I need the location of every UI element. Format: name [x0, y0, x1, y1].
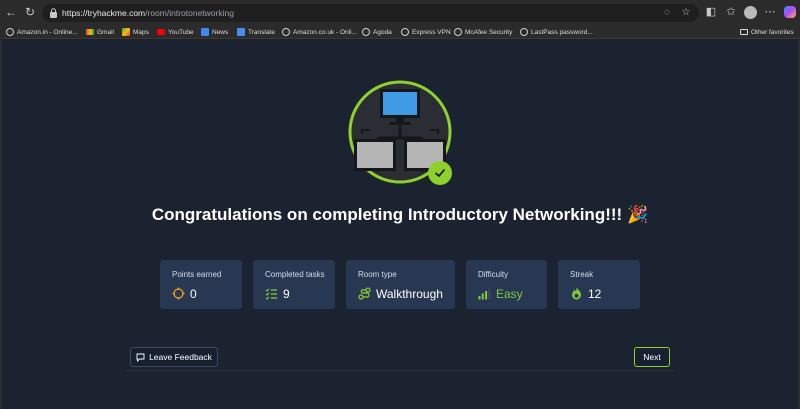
globe-icon: [282, 28, 290, 36]
target-icon: [172, 287, 185, 300]
bookmark-agoda[interactable]: Agoda: [362, 26, 392, 38]
lock-icon: [50, 8, 57, 18]
favorites-icon[interactable]: ✩: [724, 5, 738, 19]
completed-check-icon: [428, 161, 452, 185]
leave-feedback-button[interactable]: Leave Feedback: [130, 347, 218, 367]
back-arrow-icon[interactable]: ←: [4, 5, 18, 19]
gmail-icon: [86, 29, 94, 35]
other-favorites[interactable]: Other favorites: [740, 26, 794, 38]
stat-points-earned: Points earned 0: [160, 260, 242, 309]
route-icon: [358, 287, 371, 300]
party-popper-icon: 🎉: [626, 205, 649, 224]
signal-bars-icon: [478, 288, 491, 300]
bookmark-amazon-in[interactable]: Amazon.in - Online...: [6, 26, 78, 38]
bookmark-lastpass[interactable]: LastPass password...: [520, 26, 593, 38]
more-menu-icon[interactable]: ⋯: [763, 5, 777, 19]
bookmark-maps[interactable]: Maps: [122, 26, 149, 38]
globe-icon: [520, 28, 528, 36]
browser-toolbar: ← ↻ https://tryhackme.com/room/introtone…: [0, 0, 800, 25]
bookmark-translate[interactable]: Translate: [237, 26, 275, 38]
copilot-icon[interactable]: [784, 6, 796, 18]
news-icon: [201, 28, 209, 36]
flame-icon: [572, 287, 581, 300]
stat-room-type: Room type Walkthrough: [346, 260, 455, 309]
bookmarks-bar: Amazon.in - Online... Gmail Maps YouTube…: [0, 25, 800, 39]
bookmark-news[interactable]: News: [201, 26, 228, 38]
translate-icon: [237, 28, 245, 36]
globe-icon: [454, 28, 462, 36]
reload-icon[interactable]: ↻: [23, 5, 37, 19]
stat-difficulty: Difficulty Easy: [466, 260, 547, 309]
globe-icon: [362, 28, 370, 36]
completion-headline: Congratulations on completing Introducto…: [151, 205, 649, 224]
section-divider: [127, 370, 673, 371]
extensions-icon[interactable]: ◧: [704, 5, 718, 19]
bookmark-amazon-uk[interactable]: Amazon.co.uk - Onli...: [282, 26, 357, 38]
globe-icon: [6, 28, 14, 36]
profile-avatar[interactable]: [744, 6, 757, 19]
maps-icon: [122, 28, 130, 36]
bookmark-express-vpn[interactable]: Express VPN: [401, 26, 451, 38]
address-bar[interactable]: https://tryhackme.com/room/introtonetwor…: [42, 4, 699, 22]
globe-icon: [401, 28, 409, 36]
youtube-icon: [157, 29, 165, 35]
next-button[interactable]: Next: [634, 347, 670, 367]
site-settings-icon[interactable]: ◌: [661, 7, 673, 19]
folder-icon: [740, 29, 748, 35]
bookmark-gmail[interactable]: Gmail: [86, 26, 114, 38]
checklist-icon: [265, 288, 277, 300]
stat-completed-tasks: Completed tasks 9: [253, 260, 335, 309]
window-edge-left: [0, 40, 2, 409]
favorite-star-icon[interactable]: ☆: [680, 7, 692, 19]
chat-bubble-icon: [136, 353, 145, 362]
url-text: https://tryhackme.com/room/introtonetwor…: [62, 8, 234, 18]
stat-streak: Streak 12: [558, 260, 640, 309]
bookmark-youtube[interactable]: YouTube: [157, 26, 194, 38]
room-complete-page: Congratulations on completing Introducto…: [0, 40, 800, 409]
bookmark-mcafee[interactable]: McAfee Security: [454, 26, 512, 38]
